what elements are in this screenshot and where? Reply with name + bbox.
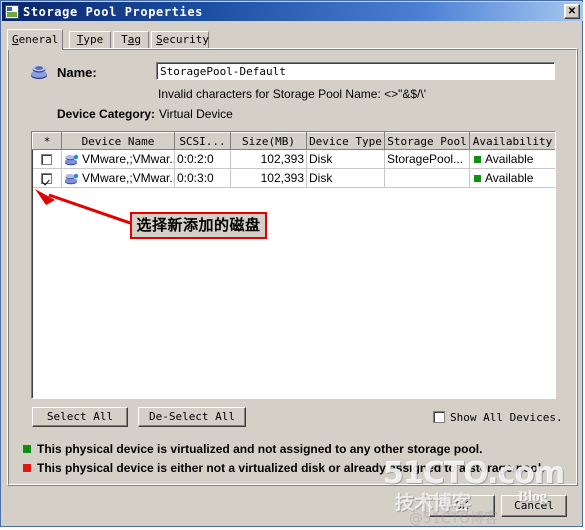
- column-header-scsi[interactable]: SCSI...: [174, 132, 231, 150]
- cell-availability: Available: [469, 149, 555, 169]
- annotation-callout: 选择新添加的磁盘: [130, 212, 267, 239]
- device-category-label: Device Category:: [57, 107, 156, 121]
- tab-general[interactable]: General: [7, 29, 63, 50]
- table-row[interactable]: VMware,;VMwar... 0:0:3:0 102,393 Disk Av…: [32, 168, 555, 188]
- cell-device-type: Disk: [306, 168, 385, 188]
- legend-item-green: This physical device is virtualized and …: [23, 442, 482, 456]
- legend-item-red: This physical device is either not a vir…: [23, 461, 545, 475]
- storage-pool-properties-dialog: Storage Pool Properties ✕ General Type T…: [0, 0, 583, 527]
- device-category-value: Virtual Device: [159, 107, 233, 121]
- disk-icon: [65, 173, 79, 185]
- column-header-device-name[interactable]: Device Name: [61, 132, 175, 150]
- cell-size: 102,393: [230, 168, 307, 188]
- device-table[interactable]: * Device Name SCSI... Size(MB) Device Ty…: [31, 131, 556, 399]
- column-header-storage-pool[interactable]: Storage Pool: [384, 132, 470, 150]
- cell-size: 102,393: [230, 149, 307, 169]
- table-row[interactable]: VMware,;VMwar... 0:0:2:0 102,393 Disk St…: [32, 149, 555, 169]
- legend-dot-red-icon: [23, 464, 31, 472]
- row-select-cell[interactable]: [32, 149, 62, 169]
- ok-button[interactable]: OK: [429, 495, 495, 517]
- column-header-device-type[interactable]: Device Type: [306, 132, 385, 150]
- column-header-select[interactable]: *: [32, 132, 62, 150]
- cell-scsi: 0:0:3:0: [174, 168, 231, 188]
- cancel-button[interactable]: Cancel: [501, 495, 567, 517]
- show-all-devices-checkbox[interactable]: [433, 411, 445, 423]
- tab-security[interactable]: Security: [151, 31, 209, 49]
- cell-device-type: Disk: [306, 149, 385, 169]
- tab-tag[interactable]: Tag: [113, 31, 149, 49]
- status-indicator-green: [474, 156, 481, 164]
- name-label: Name:: [57, 65, 97, 80]
- row-checkbox[interactable]: [41, 154, 53, 166]
- cell-availability-text: Available: [485, 171, 534, 185]
- cell-storage-pool: [384, 168, 470, 188]
- legend-dot-green-icon: [23, 445, 31, 453]
- cell-device-name: VMware,;VMwar...: [61, 149, 175, 169]
- cell-storage-pool: StoragePool...: [384, 149, 470, 169]
- row-checkbox[interactable]: [41, 173, 53, 185]
- cell-availability-text: Available: [485, 152, 534, 166]
- cell-availability: Available: [469, 168, 555, 188]
- column-header-availability[interactable]: Availability: [469, 132, 555, 150]
- image-icon: [5, 4, 19, 19]
- select-all-button[interactable]: Select All: [32, 407, 128, 427]
- column-header-size[interactable]: Size(MB): [230, 132, 307, 150]
- show-all-devices-row[interactable]: Show All Devices.: [433, 410, 563, 424]
- tab-type[interactable]: Type: [69, 31, 111, 49]
- name-input[interactable]: StoragePool-Default: [156, 62, 555, 80]
- cell-device-name-text: VMware,;VMwar...: [82, 152, 175, 166]
- deselect-all-button[interactable]: De-Select All: [138, 407, 246, 427]
- cell-device-name-text: VMware,;VMwar...: [82, 171, 175, 185]
- table-header-row: * Device Name SCSI... Size(MB) Device Ty…: [32, 132, 555, 150]
- legend-text-green: This physical device is virtualized and …: [37, 442, 483, 456]
- window-titlebar: Storage Pool Properties ✕: [2, 2, 583, 21]
- disk-icon: [65, 154, 79, 166]
- show-all-devices-label: Show All Devices.: [450, 410, 563, 424]
- legend-text-red: This physical device is either not a vir…: [37, 461, 545, 475]
- cell-device-name: VMware,;VMwar...: [61, 168, 175, 188]
- row-select-cell[interactable]: [32, 168, 62, 188]
- cell-scsi: 0:0:2:0: [174, 149, 231, 169]
- invalid-characters-note: Invalid characters for Storage Pool Name…: [158, 87, 427, 101]
- device-table-grid: * Device Name SCSI... Size(MB) Device Ty…: [32, 132, 555, 188]
- window-title: Storage Pool Properties: [23, 4, 203, 19]
- storage-pool-icon: [31, 65, 47, 80]
- status-indicator-green: [474, 175, 481, 183]
- close-icon[interactable]: ✕: [564, 4, 580, 19]
- tab-bar: General Type Tag Security: [7, 29, 578, 50]
